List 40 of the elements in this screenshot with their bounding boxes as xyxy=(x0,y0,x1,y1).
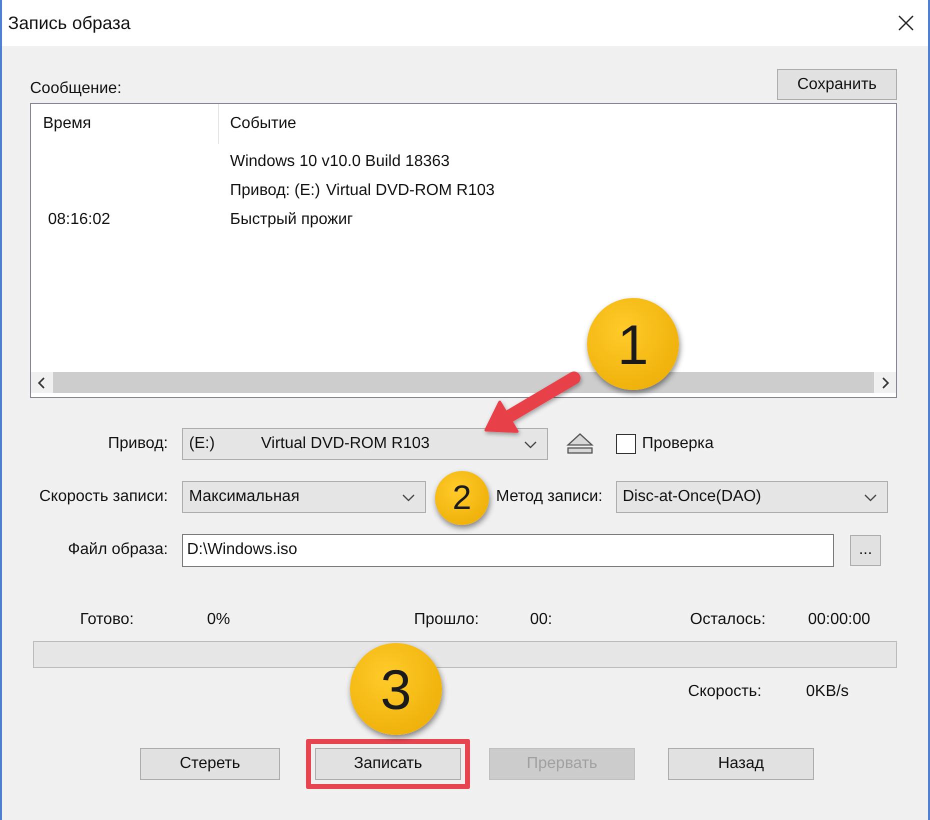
verify-checkbox[interactable] xyxy=(616,434,636,454)
dialog-button[interactable]: Стереть xyxy=(140,748,280,780)
done-label: Готово: xyxy=(80,611,135,629)
image-file-field[interactable]: D:\Windows.iso xyxy=(182,534,834,566)
window-title: Запись образа xyxy=(8,12,130,34)
verify-label[interactable]: Проверка xyxy=(642,435,714,453)
close-icon[interactable] xyxy=(898,15,914,31)
column-header[interactable]: Событие xyxy=(218,104,296,144)
speed-dropdown[interactable]: Максимальная xyxy=(182,481,426,513)
chevron-down-icon xyxy=(524,441,537,449)
drive-label: Привод: xyxy=(107,435,168,453)
log-event: Windows 10 v10.0 Build 18363 xyxy=(230,152,450,170)
message-label: Сообщение: xyxy=(30,80,122,98)
speed-value: 0KB/s xyxy=(806,683,849,701)
dialog-button[interactable]: Записать xyxy=(315,748,461,780)
elapsed-value: 00: xyxy=(530,611,554,629)
column-header[interactable]: Время xyxy=(31,115,218,133)
log-event: Привод: (E:) Virtual DVD-ROM R103 xyxy=(230,182,495,198)
browse-button[interactable]: ... xyxy=(850,534,881,566)
eject-icon xyxy=(566,432,594,456)
method-dropdown[interactable]: Disc-at-Once(DAO) xyxy=(616,481,888,513)
save-button[interactable]: Сохранить xyxy=(777,69,897,100)
remaining-value: 00:00:00 xyxy=(808,611,870,629)
dialog-button[interactable]: Назад xyxy=(668,748,814,780)
scroll-right-icon[interactable] xyxy=(880,376,890,388)
image-file-label: Файл образа: xyxy=(66,541,168,559)
chevron-down-icon xyxy=(864,494,877,502)
step-number-badge: 2 xyxy=(435,471,489,525)
elapsed-label: Прошло: xyxy=(414,611,480,629)
log-event: Быстрый прожиг xyxy=(230,210,353,228)
speed-label: Скорость: xyxy=(688,683,763,701)
method-label: Метод записи: xyxy=(496,488,603,506)
scroll-left-icon[interactable] xyxy=(37,376,47,388)
log-time: 08:16:02 xyxy=(48,210,110,228)
chevron-down-icon xyxy=(402,494,415,502)
speed-label: Скорость записи: xyxy=(38,488,168,506)
step-number-badge: 3 xyxy=(350,643,442,735)
remaining-label: Осталось: xyxy=(690,611,767,629)
done-value: 0% xyxy=(207,611,232,629)
drive-dropdown[interactable]: (E:) Virtual DVD-ROM R103 xyxy=(182,428,548,460)
